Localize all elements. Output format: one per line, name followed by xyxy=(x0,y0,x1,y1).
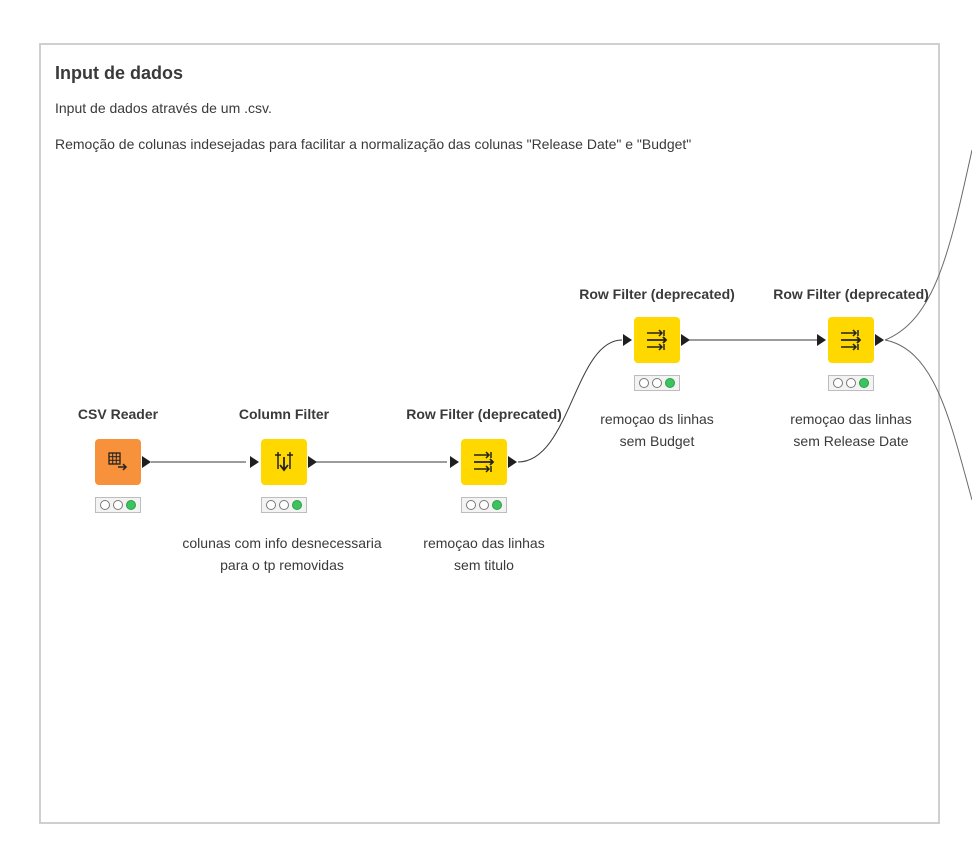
node-title: Row Filter (deprecated) xyxy=(579,286,735,302)
output-port[interactable] xyxy=(308,456,317,468)
input-port[interactable] xyxy=(817,334,826,346)
node-status xyxy=(261,497,307,513)
node-status xyxy=(461,497,507,513)
input-port[interactable] xyxy=(623,334,632,346)
output-port[interactable] xyxy=(875,334,884,346)
row-filter-icon xyxy=(474,451,495,473)
node-description: remoçao das linhas sem titulo xyxy=(423,535,545,573)
node-description: remoçao ds linhas sem Budget xyxy=(600,411,714,449)
column-filter-node[interactable] xyxy=(261,439,307,485)
node-title: Column Filter xyxy=(238,406,330,422)
node-description: colunas com info desnecessaria para o tp… xyxy=(182,535,382,573)
row-filter-node[interactable] xyxy=(461,439,507,485)
csv-reader-icon xyxy=(108,452,128,471)
node-title: CSV Reader xyxy=(77,406,159,422)
input-port[interactable] xyxy=(450,456,459,468)
node-title: Row Filter (deprecated) xyxy=(773,286,929,302)
node-title: Row Filter (deprecated) xyxy=(406,406,562,422)
output-port[interactable] xyxy=(508,456,517,468)
output-port[interactable] xyxy=(142,456,151,468)
row-filter-icon xyxy=(841,329,862,351)
csv-reader-node[interactable] xyxy=(95,439,141,485)
row-filter-node[interactable] xyxy=(634,317,680,363)
node-status xyxy=(828,375,874,391)
connection-wire xyxy=(884,149,972,341)
row-filter-node[interactable] xyxy=(828,317,874,363)
node-status xyxy=(634,375,680,391)
row-filter-icon xyxy=(647,329,668,351)
input-port[interactable] xyxy=(250,456,259,468)
column-filter-icon xyxy=(275,452,293,472)
output-port[interactable] xyxy=(681,334,690,346)
node-description: remoçao das linhas sem Release Date xyxy=(790,411,912,449)
node-status xyxy=(95,497,141,513)
